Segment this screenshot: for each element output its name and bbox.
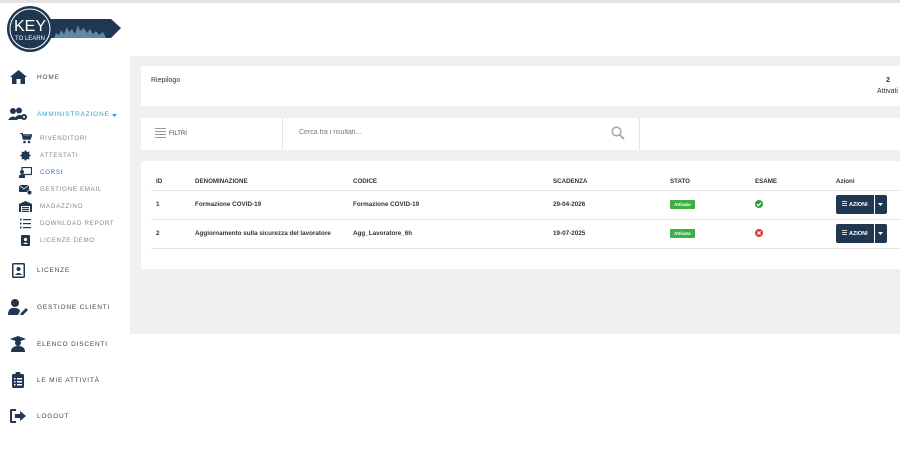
cell-scadenza: 19-07-2025 <box>548 219 665 249</box>
nav-rivenditori[interactable]: RIVENDITORI <box>19 133 87 144</box>
nav-logout-label: LOGOUT <box>37 412 70 420</box>
nav-amministrazione-label: AMMINISTRAZIONE <box>37 110 110 118</box>
col-header-azioni: Azioni <box>831 173 900 191</box>
nav-corsi[interactable]: CORSI <box>19 167 63 178</box>
id-card-icon <box>8 261 28 279</box>
courses-table: ID DENOMINAZIONE CODICE SCADENZA STATO E… <box>151 173 900 249</box>
col-header-codice: CODICE <box>348 173 548 191</box>
nav-gestione-clienti-label: GESTIONE CLIENTI <box>37 303 111 311</box>
nav-rivenditori-label: RIVENDITORI <box>40 135 88 142</box>
summary-card: Riepilogo 2 Attivati <box>141 66 900 106</box>
nav-corsi-label: CORSI <box>40 169 64 176</box>
cell-denominazione: Aggiornamento sulla sicurezza del lavora… <box>190 219 348 249</box>
actions-dropdown[interactable]: AZIONI <box>836 224 887 243</box>
home-icon <box>8 68 28 86</box>
nav-magazzino[interactable]: MAGAZZINO <box>19 201 83 212</box>
cell-codice: Agg_Lavoratore_6h <box>348 219 548 249</box>
actions-toggle[interactable] <box>874 224 887 243</box>
col-header-esame: ESAME <box>750 173 831 191</box>
cart-icon <box>19 133 32 144</box>
nav-licenze-label: LICENZE <box>37 266 71 274</box>
nav-gestione-clienti[interactable]: GESTIONE CLIENTI <box>8 298 110 316</box>
table-row: 1 Formazione COVID-19 Formazione COVID-1… <box>151 190 900 220</box>
bars-icon <box>155 125 166 143</box>
col-header-id: ID <box>151 173 190 191</box>
nav-home[interactable]: HOME <box>8 68 60 86</box>
nav-attestati-label: ATTESTATI <box>40 152 79 159</box>
user-graduate-icon <box>8 335 28 353</box>
bars-icon <box>842 201 847 208</box>
status-badge: Attivato <box>670 229 695 238</box>
nav-download-report-label: DOWNLOAD REPORT <box>40 220 115 227</box>
summary-count: 2 <box>886 77 890 84</box>
user-edit-icon <box>8 298 28 316</box>
nav-logout[interactable]: LOGOUT <box>8 407 69 425</box>
summary-title: Riepilogo <box>151 77 181 84</box>
nav-licenze-demo-label: LICENZE DEMO <box>40 237 95 244</box>
status-badge: Attivato <box>670 200 695 209</box>
mail-settings-icon <box>19 184 32 195</box>
logo-text-key: KEY <box>14 18 46 35</box>
exam-passed-icon <box>755 199 763 210</box>
id-badge-icon <box>19 235 32 246</box>
caret-down-icon <box>878 230 884 237</box>
users-cog-icon <box>8 105 28 123</box>
clipboard-list-icon <box>8 371 28 389</box>
badge-icon <box>19 150 32 161</box>
table-row: 2 Aggiornamento sulla sicurezza del lavo… <box>151 219 900 249</box>
cell-id: 2 <box>151 219 190 249</box>
nav-elenco-discenti[interactable]: ELENCO DISCENTI <box>8 335 108 353</box>
actions-button[interactable]: AZIONI <box>836 195 874 214</box>
logo-text-learn: TO LEARN <box>15 36 45 42</box>
nav-elenco-discenti-label: ELENCO DISCENTI <box>37 340 108 348</box>
filter-bar: FILTRI <box>141 118 900 150</box>
actions-label: AZIONI <box>849 230 868 237</box>
filters-button[interactable]: FILTRI <box>141 118 283 150</box>
cell-scadenza: 29-04-2026 <box>548 190 665 220</box>
nav-magazzino-label: MAGAZZINO <box>40 203 84 210</box>
cell-codice: Formazione COVID-19 <box>348 190 548 220</box>
exam-failed-icon <box>755 228 763 239</box>
nav-licenze-demo[interactable]: LICENZE DEMO <box>19 235 95 246</box>
col-header-stato: STATO <box>665 173 750 191</box>
nav-le-mie-attivita-label: LE MIE ATTIVITÀ <box>37 376 100 384</box>
warehouse-icon <box>19 201 32 212</box>
actions-toggle[interactable] <box>874 195 887 214</box>
actions-label: AZIONI <box>849 201 868 208</box>
summary-count-label: Attivati <box>876 88 898 95</box>
table-header-row: ID DENOMINAZIONE CODICE SCADENZA STATO E… <box>151 173 900 191</box>
search-box <box>283 118 640 150</box>
cell-denominazione: Formazione COVID-19 <box>190 190 348 220</box>
nav-download-report[interactable]: DOWNLOAD REPORT <box>19 218 114 229</box>
bars-icon <box>842 230 847 237</box>
filters-label: FILTRI <box>169 131 187 137</box>
actions-dropdown[interactable]: AZIONI <box>836 195 887 214</box>
key-to-learn-logo[interactable]: KEY TO LEARN <box>6 5 126 55</box>
cell-id: 1 <box>151 190 190 220</box>
col-header-denominazione: DENOMINAZIONE <box>190 173 348 191</box>
nav-amministrazione[interactable]: AMMINISTRAZIONE <box>8 105 117 123</box>
sign-out-icon <box>8 407 28 425</box>
nav-gestione-email-label: GESTIONE EMAIL <box>40 186 103 193</box>
top-border <box>0 0 900 3</box>
sidebar: HOME AMMINISTRAZIONE RIVENDITORI ATTESTA… <box>0 56 130 453</box>
courses-table-card: ID DENOMINAZIONE CODICE SCADENZA STATO E… <box>141 161 900 269</box>
list-ol-icon <box>19 218 32 229</box>
nav-le-mie-attivita[interactable]: LE MIE ATTIVITÀ <box>8 371 100 389</box>
nav-licenze[interactable]: LICENZE <box>8 261 70 279</box>
actions-button[interactable]: AZIONI <box>836 224 874 243</box>
chalkboard-teacher-icon <box>19 167 32 178</box>
caret-down-icon <box>878 201 884 208</box>
nav-home-label: HOME <box>37 73 60 81</box>
col-header-scadenza: SCADENZA <box>548 173 665 191</box>
nav-gestione-email[interactable]: GESTIONE EMAIL <box>19 184 102 195</box>
caret-down-icon <box>111 105 117 123</box>
nav-attestati[interactable]: ATTESTATI <box>19 150 78 161</box>
search-input[interactable] <box>299 129 599 136</box>
search-icon[interactable] <box>611 126 625 145</box>
